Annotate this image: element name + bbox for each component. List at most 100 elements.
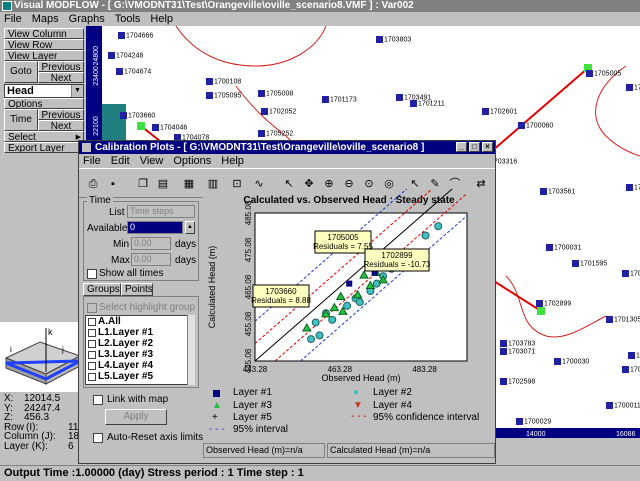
dialog-menu-view[interactable]: View <box>140 154 164 168</box>
observation-well[interactable]: 1704674 <box>116 68 151 75</box>
available-select[interactable]: 0 <box>127 221 183 234</box>
dialog-menu-help[interactable]: Help <box>221 154 244 168</box>
chevron-down-icon[interactable]: ▼ <box>71 85 83 97</box>
group-checkbox[interactable] <box>88 328 96 337</box>
well-marker-icon <box>116 68 123 75</box>
group-item[interactable]: L1.Layer #1 <box>88 327 194 338</box>
well-marker-icon <box>396 94 403 101</box>
observation-well[interactable]: 1700108 <box>206 78 241 85</box>
observation-well[interactable]: 1703561 <box>540 188 575 195</box>
model-cube-navigator[interactable]: k i j <box>0 322 86 392</box>
menu-tools[interactable]: Tools <box>115 12 141 26</box>
group-checkbox[interactable] <box>88 339 96 348</box>
time-next-button[interactable]: Next <box>38 120 84 131</box>
copy-icon[interactable]: ❐ <box>133 174 153 194</box>
dialog-menu-file[interactable]: File <box>83 154 101 168</box>
auto-reset-checkbox[interactable] <box>93 433 103 443</box>
observation-well[interactable]: 1702899 <box>536 300 571 307</box>
observation-well[interactable]: 1702598 <box>500 378 535 385</box>
observation-well[interactable]: 1704666 <box>118 32 153 39</box>
observation-well[interactable]: 1705095 <box>206 92 241 99</box>
options-button[interactable]: Options <box>4 98 84 109</box>
max-field[interactable]: 0.00 <box>131 253 171 266</box>
observation-well[interactable]: 1700029 <box>516 418 551 425</box>
observation-well[interactable]: 1703803 <box>376 36 411 43</box>
group-item[interactable]: L4.Layer #4 <box>88 360 194 371</box>
observation-well[interactable]: 1701305 <box>606 316 640 323</box>
show-all-times-checkbox[interactable] <box>87 269 97 279</box>
observation-well[interactable]: 1701211 <box>410 100 445 107</box>
time-previous-button[interactable]: Previous <box>38 109 84 120</box>
calibration-chart[interactable]: Calculated vs. Observed Head : Steady st… <box>203 175 495 385</box>
observation-well[interactable]: 1702889 <box>626 184 640 191</box>
view-layer-button[interactable]: View Layer <box>4 50 84 61</box>
list-select[interactable]: Time steps <box>127 205 195 218</box>
available-spinner[interactable]: ▲ <box>185 221 195 234</box>
dialog-menu-options[interactable]: Options <box>173 154 211 168</box>
observation-well[interactable]: 1705252 <box>258 130 293 137</box>
observation-well[interactable]: 1701767 <box>626 84 640 91</box>
paste-icon[interactable]: ▤ <box>153 174 173 194</box>
tab-groups[interactable]: Groups <box>83 283 121 296</box>
groups-scrollbar[interactable] <box>187 315 195 385</box>
maximize-icon[interactable]: □ <box>469 142 480 152</box>
view-row-button[interactable]: View Row <box>4 39 84 50</box>
close-icon[interactable]: × <box>482 142 493 152</box>
well-marker-icon <box>626 184 633 191</box>
legend-plus-icon: + <box>212 412 218 423</box>
menu-maps[interactable]: Maps <box>32 12 59 26</box>
observation-well[interactable]: 1701173 <box>322 96 357 103</box>
observation-well[interactable]: 1702601 <box>482 108 517 115</box>
min-field[interactable]: 0.00 <box>131 237 171 250</box>
observation-well[interactable]: 1704155 <box>628 352 640 359</box>
dialog-app-icon <box>82 143 91 152</box>
time-button[interactable]: Time <box>4 109 38 131</box>
observation-well[interactable]: 1703660 <box>120 112 155 119</box>
menu-help[interactable]: Help <box>150 12 173 26</box>
goto-previous-button[interactable]: Previous <box>38 61 84 72</box>
group-item[interactable]: L3.Layer #3 <box>88 349 194 360</box>
observation-well[interactable]: 1703783 <box>500 340 535 347</box>
minimize-icon[interactable]: _ <box>456 142 467 152</box>
y-axis-label: Calculated Head (m) <box>207 246 217 329</box>
observation-well[interactable]: 1700030 <box>554 358 589 365</box>
y-tick-label: 475.08 <box>244 237 253 262</box>
apply-button[interactable]: Apply <box>105 409 167 425</box>
menu-file[interactable]: File <box>4 12 22 26</box>
dialog-menu-edit[interactable]: Edit <box>111 154 130 168</box>
link-with-map-checkbox[interactable] <box>93 395 103 405</box>
group-checkbox[interactable] <box>88 350 96 359</box>
goto-button[interactable]: Goto <box>4 61 38 83</box>
group-item[interactable]: L2.Layer #2 <box>88 338 194 349</box>
groups-list[interactable]: A.All L1.Layer #1 L2.Layer #2 L3.Layer #… <box>85 315 195 385</box>
group-item[interactable]: A.All <box>88 316 194 327</box>
export-layer-button[interactable]: Export Layer <box>4 142 84 153</box>
observation-well[interactable]: 1700317 <box>622 366 640 373</box>
available-select-value: 0 <box>130 222 136 232</box>
tab-points[interactable]: Points <box>121 283 153 296</box>
head-select[interactable]: Head ▼ <box>4 84 84 98</box>
scatter-plot-icon[interactable]: ▦ <box>179 174 199 194</box>
observation-well[interactable]: 1705005 <box>586 70 621 77</box>
save-icon[interactable]: ▪ <box>103 174 123 194</box>
well-label: 1704248 <box>116 52 144 60</box>
observation-well[interactable]: 1704046 <box>152 124 187 131</box>
goto-next-button[interactable]: Next <box>38 72 84 83</box>
print-icon[interactable]: ⎙ <box>83 174 103 194</box>
group-checkbox[interactable] <box>88 317 96 326</box>
observation-well[interactable]: 1702052 <box>261 108 296 115</box>
observation-well[interactable]: 1703071 <box>500 348 535 355</box>
group-item[interactable]: L5.Layer #5 <box>88 371 194 382</box>
group-checkbox[interactable] <box>88 361 96 370</box>
group-checkbox[interactable] <box>88 372 96 381</box>
select-button[interactable]: Select ▶ <box>4 131 84 142</box>
observation-well[interactable]: 1700060 <box>518 122 553 129</box>
observation-well[interactable]: 1701595 <box>572 260 607 267</box>
observation-well[interactable]: 1700031 <box>546 244 581 251</box>
menu-graphs[interactable]: Graphs <box>69 12 105 26</box>
observation-well[interactable]: 1701057 <box>622 270 640 277</box>
observation-well[interactable]: 1704248 <box>108 52 143 59</box>
view-column-button[interactable]: View Column <box>4 28 84 39</box>
observation-well[interactable]: 1705008 <box>258 90 293 97</box>
observation-well[interactable]: 1700011 <box>606 402 640 409</box>
